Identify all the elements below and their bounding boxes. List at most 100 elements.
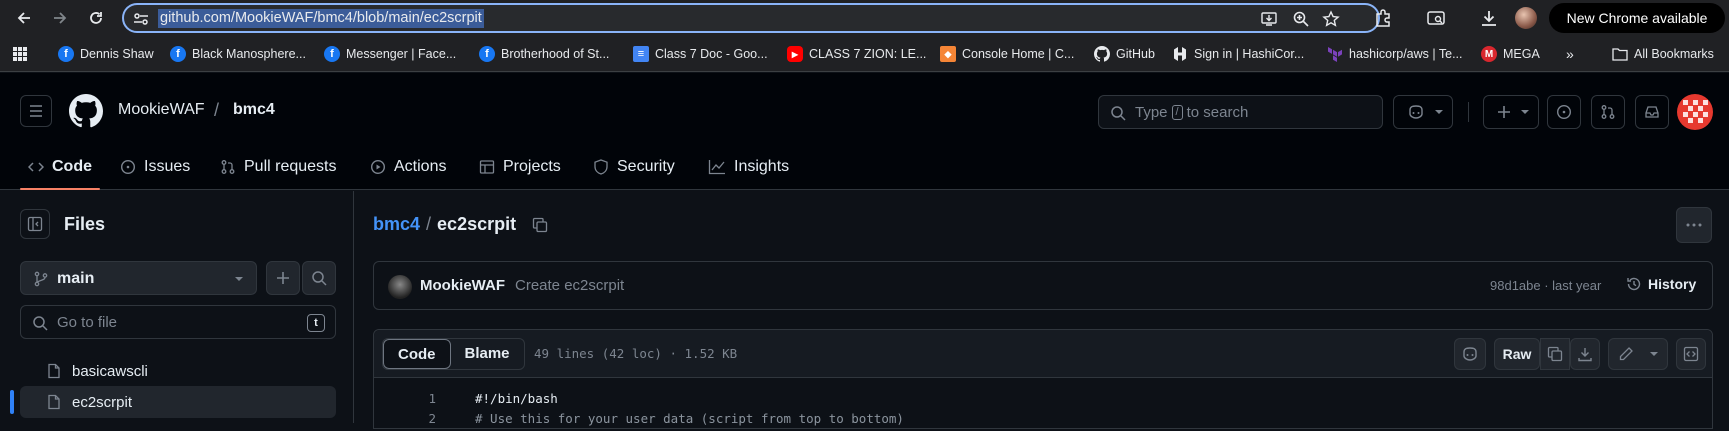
bookmark-hashicorp-aws[interactable]: hashicorp/aws | Te... bbox=[1327, 45, 1463, 63]
copilot-icon bbox=[1463, 347, 1477, 361]
commit-message[interactable]: Create ec2scrpit bbox=[515, 277, 624, 294]
bookmark-label: Class 7 Doc - Goo... bbox=[655, 47, 768, 61]
bookmark-label: Sign in | HashiCor... bbox=[1194, 47, 1305, 61]
table-icon bbox=[479, 159, 495, 174]
tab-issues[interactable]: Issues bbox=[120, 143, 190, 190]
extensions-icon[interactable] bbox=[1371, 6, 1395, 30]
aws-console-icon: ◆ bbox=[940, 46, 956, 62]
all-bookmarks-button[interactable]: All Bookmarks bbox=[1612, 45, 1714, 63]
tab-projects[interactable]: Projects bbox=[479, 143, 561, 190]
copilot-file-button[interactable] bbox=[1454, 338, 1486, 370]
issue-icon bbox=[120, 159, 136, 174]
blame-view-tab[interactable]: Blame bbox=[451, 339, 524, 369]
repo-name-link[interactable]: bmc4 bbox=[233, 101, 275, 119]
graph-icon bbox=[708, 159, 725, 174]
commit-meta[interactable]: 98d1abe · last year bbox=[1490, 278, 1601, 293]
site-settings-icon[interactable] bbox=[132, 10, 150, 28]
bookmark-class7-doc[interactable]: ≡ Class 7 Doc - Goo... bbox=[633, 45, 768, 63]
symbols-panel-button[interactable] bbox=[1676, 338, 1706, 370]
issues-button[interactable] bbox=[1547, 95, 1581, 129]
file-name: basicawscli bbox=[72, 362, 148, 380]
more-options-button[interactable] bbox=[1676, 207, 1712, 243]
tab-code[interactable]: Code bbox=[20, 143, 100, 190]
raw-label: Raw bbox=[1502, 346, 1532, 362]
line-number[interactable]: 1 bbox=[374, 391, 436, 406]
pull-requests-button[interactable] bbox=[1591, 95, 1625, 129]
bookmark-hashicorp-signin[interactable]: Sign in | HashiCor... bbox=[1172, 45, 1304, 63]
bookmark-black-manosphere[interactable]: f Black Manosphere... bbox=[170, 45, 306, 63]
commit-author[interactable]: MookieWAF bbox=[420, 277, 505, 294]
file-tree-item-selected[interactable]: ec2scrpit bbox=[20, 386, 336, 418]
install-app-icon[interactable] bbox=[1260, 10, 1278, 28]
reload-button[interactable] bbox=[84, 6, 108, 30]
bookmark-brotherhood[interactable]: f Brotherhood of St... bbox=[479, 45, 609, 63]
bookmark-mega[interactable]: M MEGA bbox=[1481, 45, 1540, 63]
hamburger-icon bbox=[30, 105, 42, 117]
branch-selector[interactable]: main bbox=[20, 261, 257, 295]
bookmark-console-home[interactable]: ◆ Console Home | C... bbox=[940, 45, 1074, 63]
github-logo-icon[interactable] bbox=[69, 94, 103, 128]
pull-request-icon bbox=[1601, 105, 1615, 119]
plus-icon bbox=[1498, 106, 1510, 118]
bookmark-star-icon[interactable] bbox=[1322, 10, 1340, 28]
add-file-button[interactable] bbox=[266, 261, 300, 295]
tab-label: Issues bbox=[144, 157, 191, 175]
file-name: ec2scrpit bbox=[72, 393, 133, 411]
new-chrome-available-button[interactable]: New Chrome available bbox=[1549, 3, 1725, 33]
bookmark-github[interactable]: GitHub bbox=[1094, 45, 1155, 63]
profile-avatar[interactable] bbox=[1515, 7, 1537, 29]
breadcrumb-repo-link[interactable]: bmc4 bbox=[373, 214, 420, 235]
line-content: #!/bin/bash bbox=[475, 391, 558, 406]
tab-search-icon[interactable] bbox=[1424, 6, 1448, 30]
copy-path-icon[interactable] bbox=[532, 217, 548, 233]
bookmark-label: MEGA bbox=[1503, 47, 1540, 61]
back-button[interactable] bbox=[12, 6, 36, 30]
tab-actions[interactable]: Actions bbox=[370, 143, 446, 190]
create-new-button[interactable] bbox=[1483, 95, 1539, 129]
history-icon bbox=[1627, 277, 1641, 291]
facebook-icon: f bbox=[479, 46, 495, 62]
download-raw-button[interactable] bbox=[1570, 338, 1600, 370]
go-to-file-input[interactable]: Go to file t bbox=[20, 305, 336, 339]
file-tree-item[interactable]: basicawscli bbox=[20, 355, 336, 387]
downloads-icon[interactable] bbox=[1477, 6, 1501, 30]
apps-grid-icon[interactable] bbox=[12, 45, 28, 63]
code-view-tab[interactable]: Code bbox=[383, 339, 451, 369]
zoom-icon[interactable] bbox=[1292, 10, 1310, 28]
tab-insights[interactable]: Insights bbox=[708, 143, 789, 190]
tab-security[interactable]: Security bbox=[593, 143, 675, 190]
more-bookmarks-icon[interactable]: » bbox=[1566, 45, 1574, 63]
search-files-button[interactable] bbox=[302, 261, 336, 295]
url-text[interactable]: github.com/MookieWAF/bmc4/blob/main/ec2s… bbox=[158, 9, 484, 28]
plus-icon bbox=[277, 272, 289, 284]
bookmark-dennis-shaw[interactable]: f Dennis Shaw bbox=[58, 45, 154, 63]
bookmark-class7-zion[interactable]: ▶ CLASS 7 ZION: LE... bbox=[787, 45, 926, 63]
collapse-sidebar-button[interactable] bbox=[20, 209, 50, 239]
copy-raw-button[interactable] bbox=[1540, 338, 1570, 370]
tab-pull-requests[interactable]: Pull requests bbox=[220, 143, 337, 190]
repo-owner-link[interactable]: MookieWAF bbox=[118, 101, 205, 119]
hashicorp-icon bbox=[1172, 46, 1188, 62]
file-icon bbox=[48, 363, 60, 379]
user-avatar[interactable] bbox=[1677, 94, 1713, 130]
browser-toolbar: github.com/MookieWAF/bmc4/blob/main/ec2s… bbox=[0, 0, 1729, 36]
global-nav-menu-button[interactable] bbox=[20, 95, 52, 127]
line-number[interactable]: 2 bbox=[374, 411, 436, 426]
bookmark-label: hashicorp/aws | Te... bbox=[1349, 47, 1463, 61]
address-bar[interactable]: github.com/MookieWAF/bmc4/blob/main/ec2s… bbox=[122, 3, 1380, 33]
raw-button[interactable]: Raw bbox=[1494, 338, 1540, 370]
search-icon bbox=[1110, 105, 1126, 121]
search-suffix: to search bbox=[1186, 104, 1249, 121]
branch-name: main bbox=[57, 270, 95, 287]
forward-button[interactable] bbox=[48, 6, 72, 30]
all-bookmarks-label: All Bookmarks bbox=[1634, 47, 1714, 61]
inbox-button[interactable] bbox=[1635, 95, 1669, 129]
history-button[interactable]: History bbox=[1626, 276, 1696, 292]
search-kbd: / bbox=[1171, 105, 1183, 120]
commit-author-avatar[interactable] bbox=[388, 275, 412, 299]
bookmark-messenger[interactable]: f Messenger | Face... bbox=[324, 45, 456, 63]
files-heading: Files bbox=[64, 214, 106, 234]
edit-file-button[interactable] bbox=[1608, 338, 1668, 370]
search-input[interactable]: Type / to search bbox=[1098, 95, 1383, 129]
copilot-button[interactable] bbox=[1393, 95, 1453, 129]
